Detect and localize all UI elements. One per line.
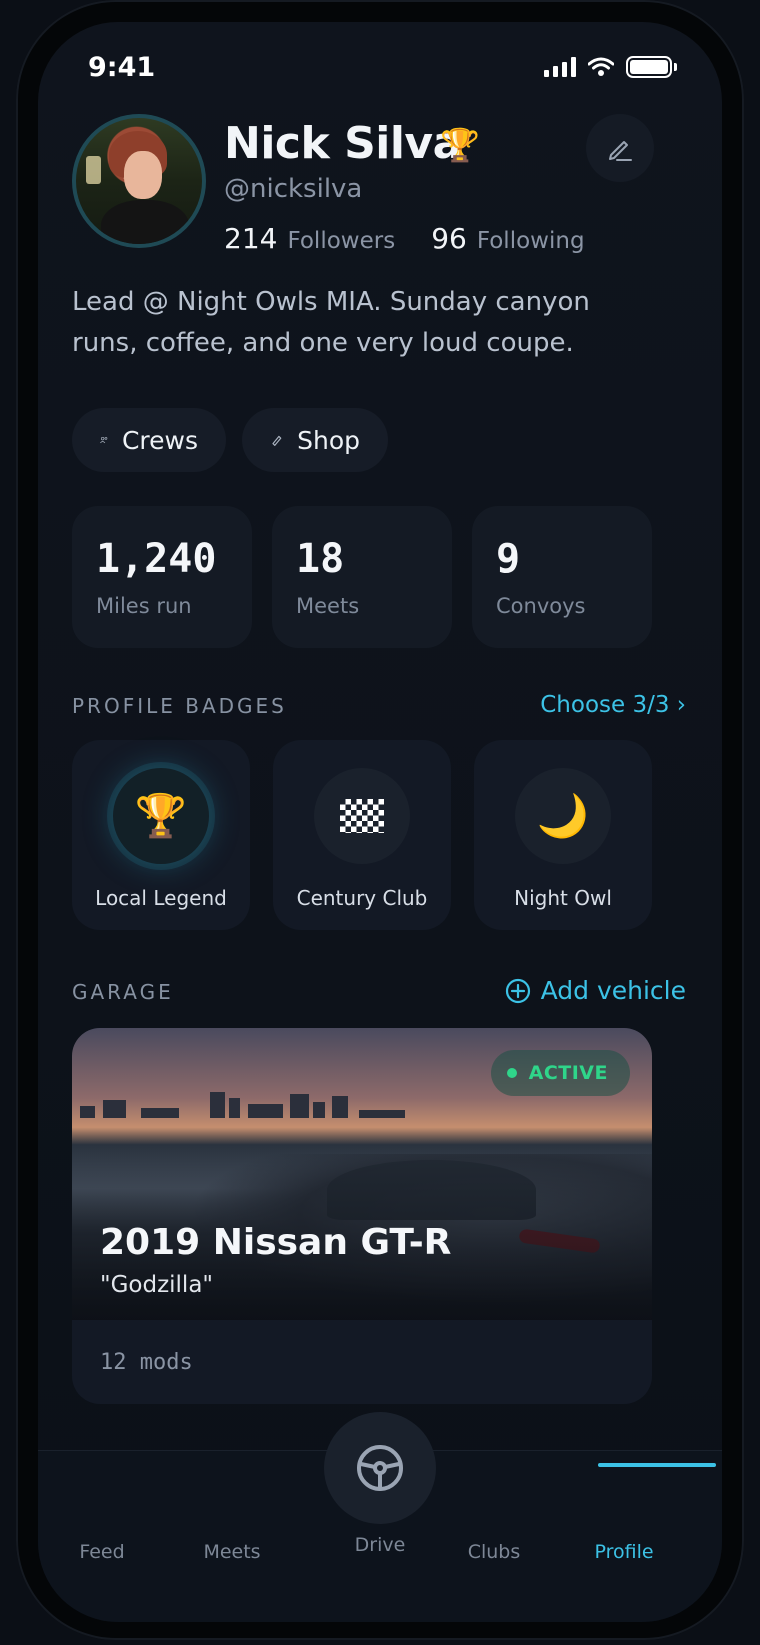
profile-bio: Lead @ Night Owls MIA. Sunday canyon run… [72,287,590,358]
badge-night-owl[interactable]: 🌙 Night Owl [474,740,652,930]
garage-section-title: GARAGE [72,980,174,1004]
badge-label: Night Owl [514,886,612,910]
pencil-icon [609,141,632,161]
stat-label: Miles run [96,594,192,618]
stat-value: 18 [296,536,345,582]
following-label: Following [476,228,585,254]
shop-label: Shop [297,425,360,455]
tab-feed[interactable]: Feed [42,1541,162,1563]
checkered-flag-icon [340,799,384,833]
status-dot-icon [506,1068,517,1078]
crews-label: Crews [121,425,198,455]
followers-count: 214 [224,222,278,255]
stat-value: 1,240 [96,536,217,582]
vehicle-card[interactable]: ACTIVE 2019 Nissan GT-R "Godzilla" 12 mo… [72,1028,652,1404]
shop-button[interactable]: Shop [242,408,388,472]
tab-profile[interactable]: Profile [564,1541,684,1563]
vehicle-title: 2019 Nissan GT-R [100,1222,452,1263]
crews-button[interactable]: Crews [72,408,226,472]
follow-stats: 214 Followers 96 Following [224,222,585,255]
stat-label: Convoys [496,594,586,618]
plus-circle-icon [505,978,530,1003]
people-icon [100,437,108,444]
active-tab-indicator [598,1463,716,1467]
status-time: 9:41 [88,52,156,83]
followers-link[interactable]: 214 Followers [224,222,395,255]
battery-icon [626,56,677,78]
tag-icon [272,435,282,446]
tab-drive[interactable]: Drive [320,1534,440,1556]
vehicle-photo: ACTIVE 2019 Nissan GT-R "Godzilla" [72,1028,652,1320]
profile-handle: @nicksilva [224,174,363,204]
badge-local-legend[interactable]: 🏆 Local Legend [72,740,250,930]
tab-clubs[interactable]: Clubs [434,1541,554,1563]
badges-section-title: PROFILE BADGES [72,694,287,718]
status-label: ACTIVE [528,1062,608,1084]
badge-century-club[interactable]: Century Club [273,740,451,930]
tab-meets[interactable]: Meets [172,1541,292,1563]
vehicle-mods: 12 mods [100,1350,193,1375]
add-vehicle-label: Add vehicle [540,976,686,1005]
vehicle-nickname: "Godzilla" [100,1272,213,1298]
trophy-icon: 🏆 [113,768,209,864]
profile-name: Nick Silva [224,118,462,169]
stat-card-miles: 1,240 Miles run [72,506,252,648]
status-icons [544,56,677,78]
trophy-icon: 🏆 [440,126,480,164]
badge-label: Local Legend [95,886,227,910]
cellular-signal-icon [544,57,576,77]
stat-label: Meets [296,594,360,618]
following-count: 96 [431,222,467,255]
avatar[interactable] [72,114,206,248]
choose-badges-link[interactable]: Choose 3/3 › [540,692,686,718]
stat-value: 9 [496,536,521,582]
stat-card-convoys: 9 Convoys [472,506,652,648]
stat-card-meets: 18 Meets [272,506,452,648]
followers-label: Followers [287,228,396,254]
status-badge: ACTIVE [490,1050,630,1096]
badge-label: Century Club [296,886,428,910]
wifi-icon [588,57,614,76]
app-screen: 9:41 Nick Silva 🏆 @nicksilva 214 Follower… [38,22,722,1622]
steering-wheel-icon [357,1445,403,1491]
following-link[interactable]: 96 Following [431,222,584,255]
crescent-moon-icon: 🌙 [515,768,611,864]
drive-button[interactable] [324,1412,436,1524]
edit-profile-button[interactable] [586,114,654,182]
add-vehicle-button[interactable]: Add vehicle [505,976,686,1005]
